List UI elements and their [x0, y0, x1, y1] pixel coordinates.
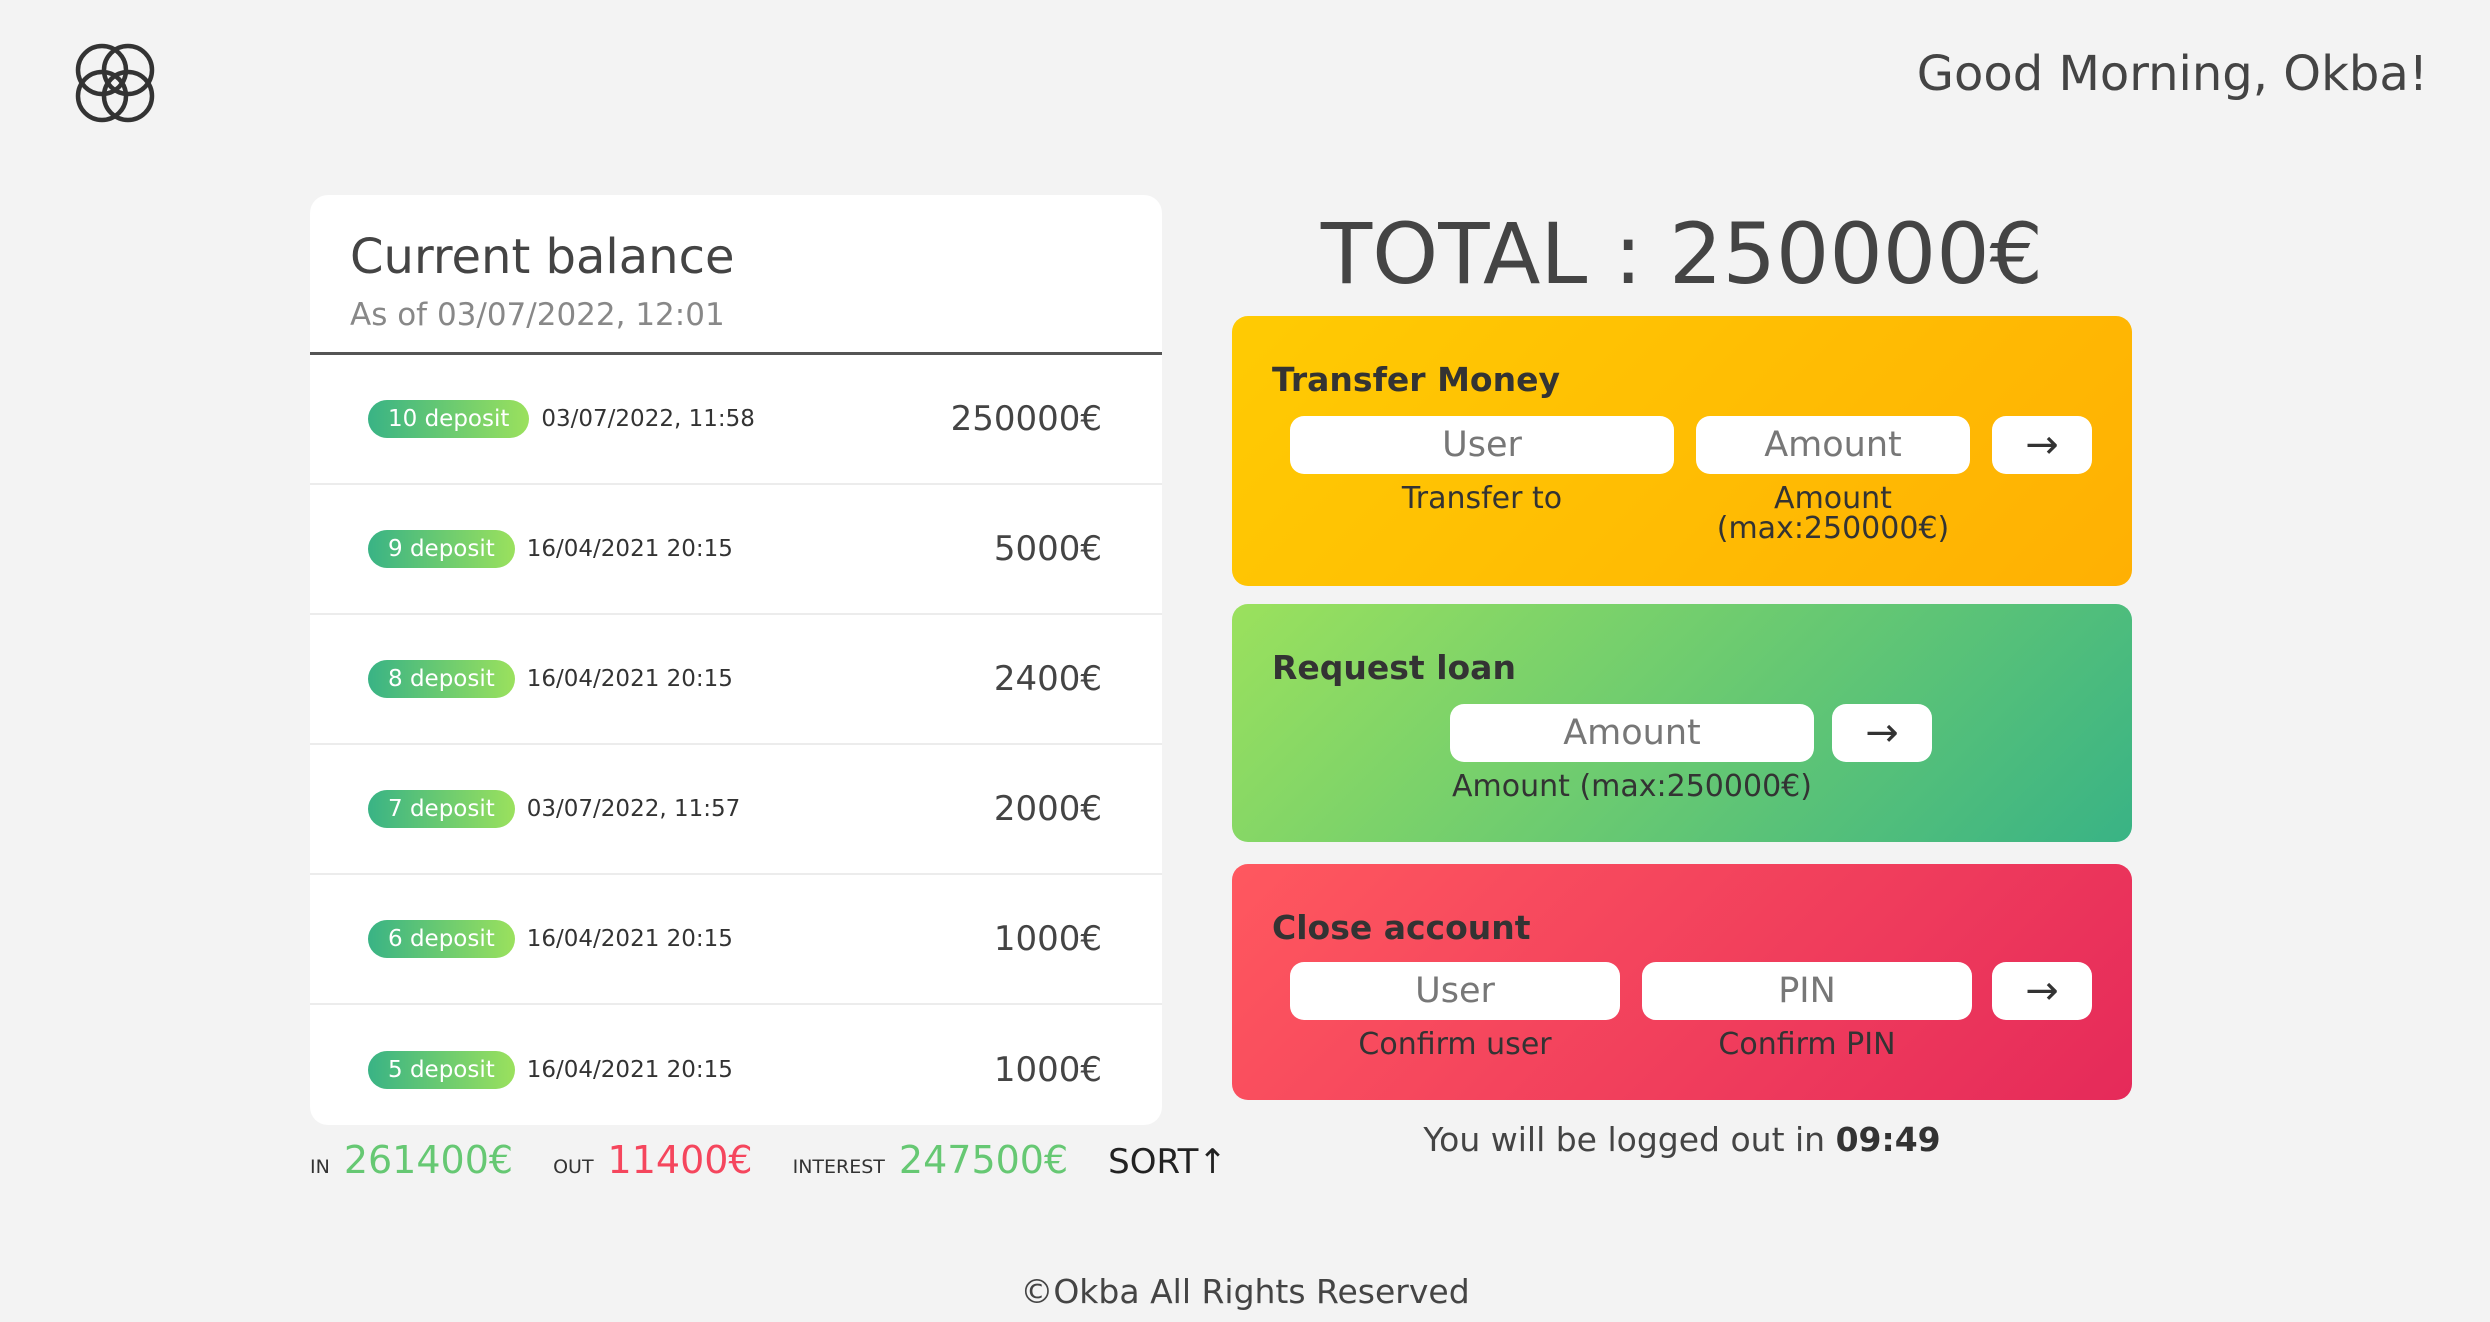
movement-value: 2000€	[993, 789, 1102, 829]
close-user-label: Confirm user	[1358, 1027, 1552, 1062]
loan-submit-button[interactable]: →	[1832, 704, 1932, 762]
movement-date: 16/04/2021 20:15	[526, 536, 733, 562]
movement-row: 10 deposit 03/07/2022, 11:58 250000€	[310, 355, 1162, 485]
summary-interest-value: 247500€	[898, 1138, 1069, 1182]
close-account-panel: Close account User PIN → Confirm user Co…	[1232, 864, 2132, 1100]
movement-type-badge: 9 deposit	[368, 530, 515, 568]
app-root: Good Morning, Okba! Current balance As o…	[0, 0, 2490, 1322]
logout-timer-text: You will be logged out in	[1423, 1120, 1836, 1159]
movement-type-badge: 7 deposit	[368, 790, 515, 828]
close-account-title: Close account	[1272, 908, 1531, 947]
transfer-amount-label-line2: (max:250000€)	[1716, 511, 1950, 546]
logo-icon	[75, 43, 155, 123]
logout-timer-time: 09:49	[1835, 1120, 1941, 1159]
transfer-submit-button[interactable]: →	[1992, 416, 2092, 474]
summary-out-value: 11400€	[607, 1138, 753, 1182]
summary-in-label: IN	[310, 1156, 330, 1178]
movement-value: 2400€	[993, 659, 1102, 699]
welcome-greeting: Good Morning, Okba!	[1916, 46, 2428, 102]
movement-value: 250000€	[950, 399, 1102, 439]
movements-list: 10 deposit 03/07/2022, 11:58 250000€ 9 d…	[310, 355, 1162, 1125]
movement-date: 16/04/2021 20:15	[526, 926, 733, 952]
loan-title: Request loan	[1272, 648, 1516, 687]
loan-amount-input[interactable]: Amount	[1450, 704, 1814, 762]
movement-type-badge: 6 deposit	[368, 920, 515, 958]
transfer-panel: Transfer Money User Amount → Transfer to…	[1232, 316, 2132, 586]
balance-card: Current balance As of 03/07/2022, 12:01 …	[310, 195, 1162, 1125]
movement-row: 7 deposit 03/07/2022, 11:57 2000€	[310, 745, 1162, 875]
transfer-amount-input[interactable]: Amount	[1696, 416, 1970, 474]
movement-row: 9 deposit 16/04/2021 20:15 5000€	[310, 485, 1162, 615]
movement-date: 16/04/2021 20:15	[526, 666, 733, 692]
movement-date: 03/07/2022, 11:57	[526, 796, 741, 822]
transfer-user-input[interactable]: User	[1290, 416, 1674, 474]
total-balance: TOTAL : 250000€	[1320, 205, 2044, 303]
close-pin-input[interactable]: PIN	[1642, 962, 1972, 1020]
transfer-title: Transfer Money	[1272, 360, 1560, 399]
summary-out-label: OUT	[553, 1156, 594, 1178]
movement-type-badge: 8 deposit	[368, 660, 515, 698]
close-pin-label: Confirm PIN	[1718, 1027, 1896, 1062]
movement-row: 8 deposit 16/04/2021 20:15 2400€	[310, 615, 1162, 745]
movement-value: 1000€	[993, 919, 1102, 959]
balance-date: As of 03/07/2022, 12:01	[350, 297, 725, 333]
transfer-amount-label-line1: Amount	[1774, 481, 1892, 516]
summary-interest-label: INTEREST	[792, 1156, 885, 1178]
movement-date: 16/04/2021 20:15	[526, 1057, 733, 1083]
logout-timer: You will be logged out in 09:49	[1232, 1120, 2132, 1159]
movement-row: 6 deposit 16/04/2021 20:15 1000€	[310, 875, 1162, 1005]
balance-title: Current balance	[350, 229, 735, 285]
movement-value: 1000€	[993, 1050, 1102, 1090]
movement-type-badge: 5 deposit	[368, 1051, 515, 1089]
close-submit-button[interactable]: →	[1992, 962, 2092, 1020]
sort-button[interactable]: SORT↑	[1108, 1142, 1227, 1182]
movement-row: 5 deposit 16/04/2021 20:15 1000€	[310, 1005, 1162, 1125]
close-user-input[interactable]: User	[1290, 962, 1620, 1020]
movement-value: 5000€	[993, 529, 1102, 569]
transfer-user-label: Transfer to	[1401, 481, 1563, 516]
loan-panel: Request loan Amount → Amount (max:250000…	[1232, 604, 2132, 842]
summary-bar: IN 261400€ OUT 11400€ INTEREST 247500€ S…	[310, 1138, 1227, 1182]
movement-date: 03/07/2022, 11:58	[541, 406, 755, 432]
summary-in-value: 261400€	[343, 1138, 514, 1182]
footer-copyright: ©Okba All Rights Reserved	[1020, 1272, 1470, 1311]
movement-type-badge: 10 deposit	[368, 400, 530, 438]
balance-header: Current balance As of 03/07/2022, 12:01	[310, 195, 1162, 355]
loan-amount-label: Amount (max:250000€)	[1452, 769, 1812, 804]
